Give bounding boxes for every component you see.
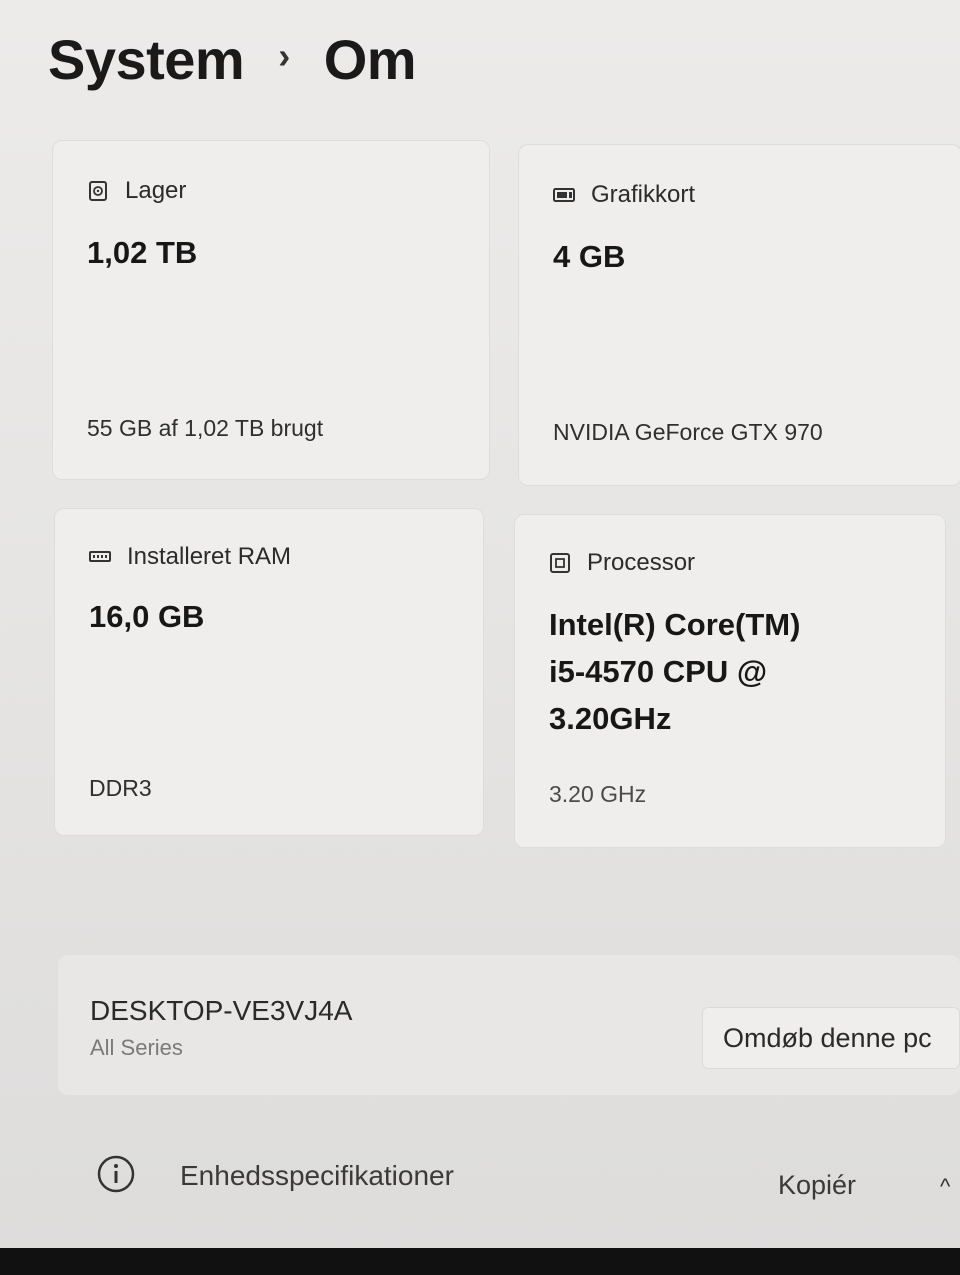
processor-line: 3.20GHz: [549, 701, 672, 736]
device-model: All Series: [90, 1035, 183, 1060]
graphics-detail: NVIDIA GeForce GTX 970: [553, 419, 823, 445]
page-title: Om: [323, 27, 417, 91]
device-name: DESKTOP-VE3VJ4A: [90, 995, 353, 1026]
info-icon: [96, 1154, 136, 1194]
breadcrumb-separator-icon: ›: [278, 35, 290, 76]
ram-icon: [89, 546, 111, 568]
graphics-card: Grafikkort 4 GB NVIDIA GeForce GTX 970: [518, 144, 960, 486]
storage-card: Lager 1,02 TB 55 GB af 1,02 TB brugt: [52, 140, 490, 480]
device-specifications-row[interactable]: Enhedsspecifikationer Kopiér ^: [0, 1140, 960, 1230]
graphics-label: Grafikkort: [591, 181, 696, 208]
processor-card: Processor Intel(R) Core(TM) i5-4570 CPU …: [514, 514, 946, 848]
storage-drive-icon: [87, 180, 109, 202]
storage-detail: 55 GB af 1,02 TB brugt: [87, 415, 324, 441]
ram-card: Installeret RAM 16,0 GB DDR3: [54, 508, 484, 836]
processor-line: i5-4570 CPU @: [549, 654, 768, 689]
processor-value: Intel(R) Core(TM) i5-4570 CPU @ 3.20GHz: [549, 601, 800, 742]
breadcrumb-parent[interactable]: System: [48, 27, 245, 92]
breadcrumb: System › Om: [48, 24, 417, 94]
ram-label: Installeret RAM: [127, 543, 292, 570]
ram-detail: DDR3: [89, 775, 152, 801]
chevron-up-icon[interactable]: ^: [940, 1174, 950, 1200]
processor-label: Processor: [587, 549, 696, 576]
ram-value: 16,0 GB: [89, 599, 205, 634]
graphics-value: 4 GB: [553, 239, 626, 274]
rename-pc-button[interactable]: Omdøb denne pc: [702, 1007, 960, 1069]
screen-bezel: [0, 1248, 960, 1275]
storage-value: 1,02 TB: [87, 235, 198, 270]
graphics-card-icon: [553, 184, 575, 206]
device-specifications-title: Enhedsspecifikationer: [180, 1160, 454, 1191]
processor-icon: [549, 552, 571, 574]
processor-detail: 3.20 GHz: [549, 781, 647, 807]
processor-line: Intel(R) Core(TM): [549, 607, 801, 642]
storage-label: Lager: [125, 177, 187, 204]
copy-button[interactable]: Kopiér: [778, 1170, 856, 1201]
